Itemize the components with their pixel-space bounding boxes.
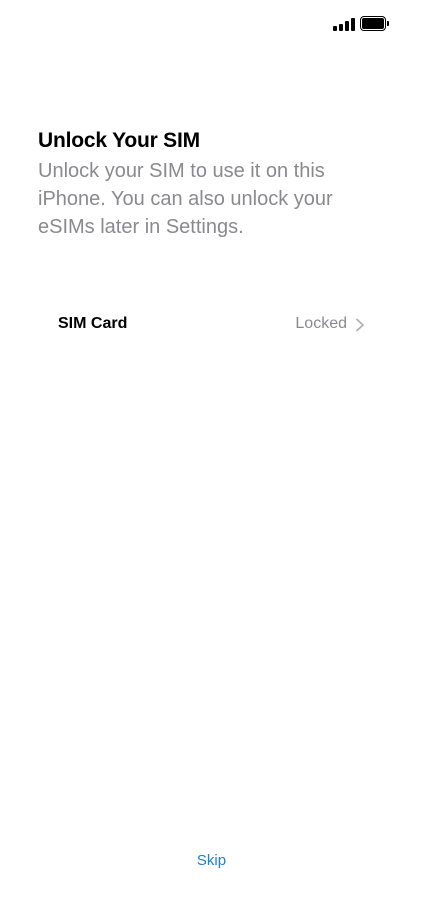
sim-card-label: SIM Card	[58, 315, 128, 332]
status-bar	[0, 0, 423, 48]
cellular-signal-icon	[333, 17, 355, 31]
battery-icon	[360, 16, 389, 31]
unlock-sim-screen: Unlock Your SIM Unlock your SIM to use i…	[0, 0, 423, 915]
sim-card-row[interactable]: SIM Card Locked	[38, 305, 383, 345]
sim-status-value: Locked	[295, 315, 347, 332]
skip-button[interactable]: Skip	[0, 852, 423, 869]
page-subtitle: Unlock your SIM to use it on this iPhone…	[38, 160, 333, 238]
page-title: Unlock Your SIM	[38, 129, 200, 152]
chevron-right-icon	[356, 318, 364, 332]
